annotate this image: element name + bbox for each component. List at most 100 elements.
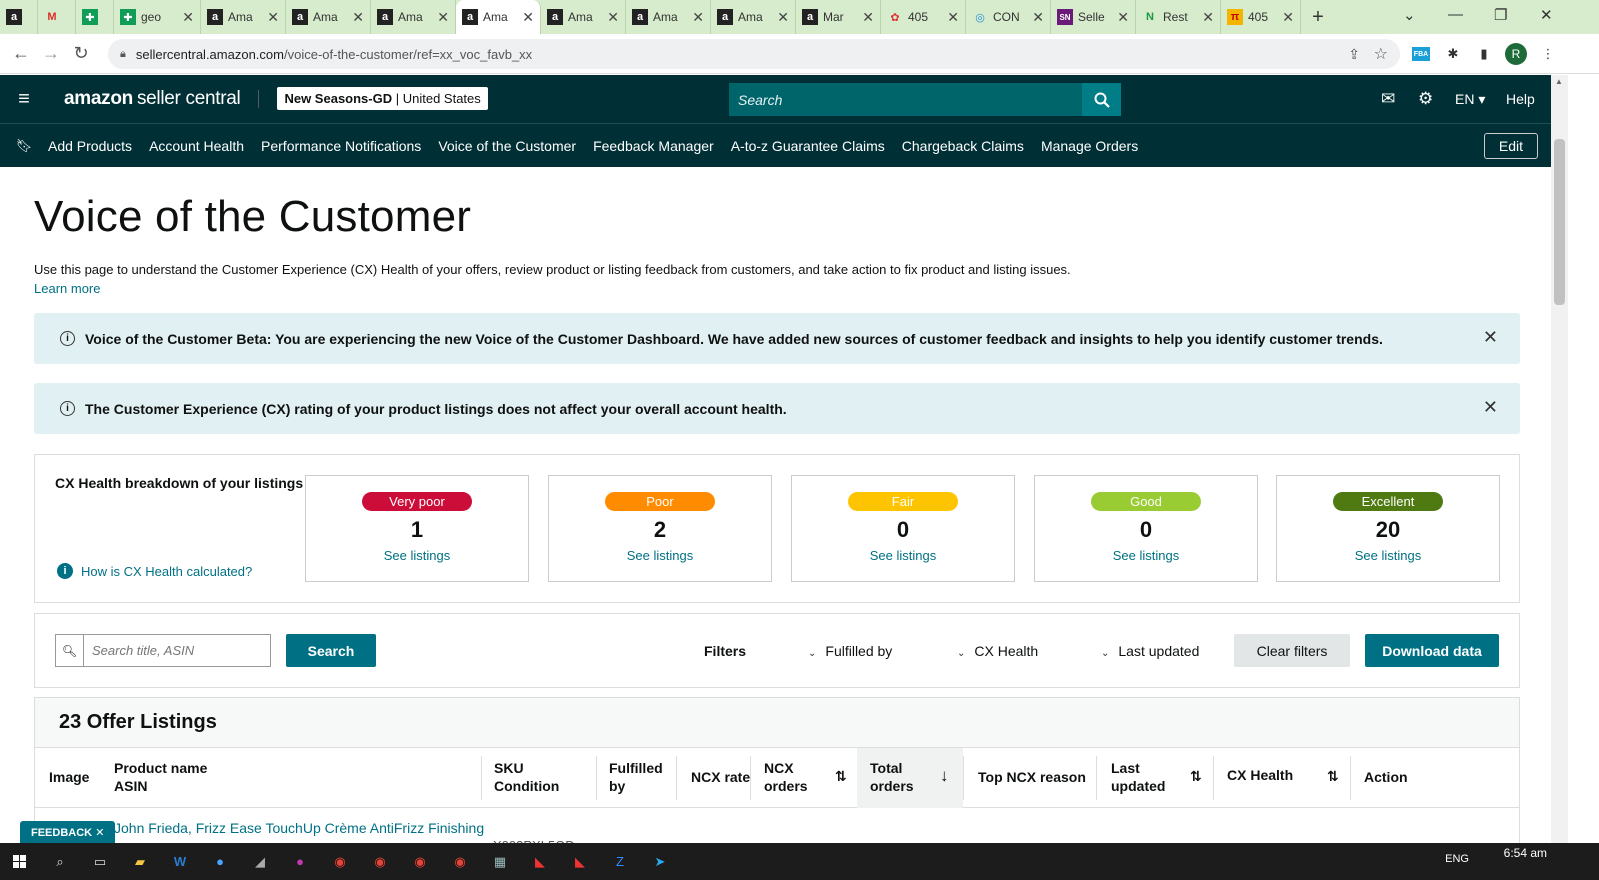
nav-performance-notifications[interactable]: Performance Notifications xyxy=(261,138,421,154)
new-tab-icon[interactable]: + xyxy=(1301,6,1335,29)
restore-icon[interactable]: ❐ xyxy=(1494,6,1507,24)
side-panel-icon[interactable]: ▮ xyxy=(1473,43,1495,65)
close-icon[interactable]: ✕ xyxy=(1483,327,1498,348)
tab-close-icon[interactable]: ✕ xyxy=(1117,9,1129,26)
tab-close-icon[interactable]: ✕ xyxy=(777,9,789,26)
language-indicator[interactable]: ENG xyxy=(1445,853,1469,865)
browser-tab[interactable]: a xyxy=(0,0,38,34)
mail-icon[interactable]: ✉ xyxy=(1381,89,1395,109)
browser-tab[interactable]: ✚ xyxy=(76,0,114,34)
browser-tab[interactable]: a Ama ✕ xyxy=(201,0,286,34)
browser-tab[interactable]: a Ama ✕ xyxy=(456,0,541,34)
scrollbar-thumb[interactable] xyxy=(1554,139,1565,305)
app-icon[interactable]: ● xyxy=(200,843,240,880)
telegram-icon[interactable]: ➤ xyxy=(640,843,680,880)
feedback-tab[interactable]: FEEDBACK ✕ xyxy=(20,821,116,844)
reload-icon[interactable]: ↻ xyxy=(66,43,96,64)
task-view-icon[interactable]: ▭ xyxy=(80,843,120,880)
windows-start-icon[interactable] xyxy=(0,843,40,880)
excellent-see-listings-link[interactable]: See listings xyxy=(1277,548,1499,563)
col-top-ncx-reason[interactable]: Top NCX reason xyxy=(978,768,1086,786)
nav-account-health[interactable]: Account Health xyxy=(149,138,244,154)
browser-tab[interactable]: SN Selle ✕ xyxy=(1051,0,1136,34)
browser-menu-icon[interactable]: ⋮ xyxy=(1537,43,1559,65)
app-icon[interactable]: ◣ xyxy=(520,843,560,880)
nav-chargeback-claims[interactable]: Chargeback Claims xyxy=(902,138,1024,154)
chrome-icon[interactable]: ◉ xyxy=(360,843,400,880)
taskbar-search-icon[interactable]: ⌕ xyxy=(40,843,80,880)
tab-close-icon[interactable]: ✕ xyxy=(1282,9,1294,26)
tab-close-icon[interactable]: ✕ xyxy=(1202,9,1214,26)
forward-icon[interactable]: → xyxy=(36,43,66,64)
close-icon[interactable]: ✕ xyxy=(1483,397,1498,418)
poor-see-listings-link[interactable]: See listings xyxy=(549,548,771,563)
browser-tab[interactable]: π 405 ✕ xyxy=(1221,0,1301,34)
header-search-input[interactable] xyxy=(729,83,1082,116)
browser-tab[interactable]: a Ama ✕ xyxy=(626,0,711,34)
col-sku[interactable]: SKU Condition xyxy=(494,759,559,795)
chrome-icon[interactable]: ◉ xyxy=(400,843,440,880)
browser-tab[interactable]: a Ama ✕ xyxy=(711,0,796,34)
fair-see-listings-link[interactable]: See listings xyxy=(792,548,1014,563)
browser-tab[interactable]: ◎ CON ✕ xyxy=(966,0,1051,34)
col-ncx-orders[interactable]: NCX orders xyxy=(764,759,808,795)
header-search-button[interactable] xyxy=(1082,83,1121,116)
sort-descending-icon[interactable]: ↓ xyxy=(940,766,949,786)
browser-tab[interactable]: N Rest ✕ xyxy=(1136,0,1221,34)
learn-more-link[interactable]: Learn more xyxy=(34,281,1520,296)
word-icon[interactable]: W xyxy=(160,843,200,880)
scroll-up-icon[interactable]: ▲ xyxy=(1555,77,1563,86)
col-ncx-rate[interactable]: NCX rate xyxy=(691,768,750,786)
file-explorer-icon[interactable]: ▰ xyxy=(120,843,160,880)
tab-close-icon[interactable]: ✕ xyxy=(182,9,194,26)
fba-extension-icon[interactable]: FBA xyxy=(1412,47,1430,61)
sort-both-icon[interactable]: ⇅ xyxy=(835,768,847,785)
calculator-icon[interactable]: ▦ xyxy=(480,843,520,880)
tab-close-icon[interactable]: ✕ xyxy=(352,9,364,26)
back-icon[interactable]: ← xyxy=(6,43,36,64)
product-name-link[interactable]: John Frieda, Frizz Ease TouchUp Crème An… xyxy=(114,820,484,836)
nav-a-to-z-claims[interactable]: A-to-z Guarantee Claims xyxy=(731,138,885,154)
last-updated-dropdown[interactable]: ⌄ Last updated xyxy=(1101,643,1199,659)
tab-close-icon[interactable]: ✕ xyxy=(607,9,619,26)
account-switcher[interactable]: New Seasons-GD | United States xyxy=(258,87,488,110)
help-link[interactable]: Help xyxy=(1506,91,1535,107)
tab-close-icon[interactable]: ✕ xyxy=(947,9,959,26)
browser-tab[interactable]: a Ama ✕ xyxy=(541,0,626,34)
col-cx-health[interactable]: CX Health xyxy=(1227,766,1293,784)
nav-voice-of-the-customer[interactable]: Voice of the Customer xyxy=(438,138,576,154)
very-poor-see-listings-link[interactable]: See listings xyxy=(306,548,528,563)
close-window-icon[interactable]: ✕ xyxy=(1540,6,1553,24)
good-see-listings-link[interactable]: See listings xyxy=(1035,548,1257,563)
tab-close-icon[interactable]: ✕ xyxy=(862,9,874,26)
sort-both-icon[interactable]: ⇅ xyxy=(1327,768,1339,785)
sort-both-icon[interactable]: ⇅ xyxy=(1190,768,1202,785)
settings-gear-icon[interactable]: ⚙ xyxy=(1418,89,1433,109)
nav-add-products[interactable]: Add Products xyxy=(48,138,132,154)
col-fulfilled-by[interactable]: Fulfilled by xyxy=(609,759,663,795)
extensions-puzzle-icon[interactable]: ✱ xyxy=(1442,43,1464,65)
app-icon[interactable]: ◣ xyxy=(560,843,600,880)
browser-tab[interactable]: ✚ geo ✕ xyxy=(114,0,201,34)
tab-close-icon[interactable]: ✕ xyxy=(692,9,704,26)
system-clock[interactable]: 6:54 am xyxy=(1504,846,1547,860)
zoom-icon[interactable]: Z xyxy=(600,843,640,880)
minimize-icon[interactable]: — xyxy=(1448,6,1463,23)
nav-manage-orders[interactable]: Manage Orders xyxy=(1041,138,1138,154)
bookmark-icon[interactable]: 🔖︎ xyxy=(0,138,48,154)
chrome-icon[interactable]: ◉ xyxy=(440,843,480,880)
profile-avatar[interactable]: R xyxy=(1505,43,1527,65)
edit-favorites-button[interactable]: Edit xyxy=(1483,133,1538,159)
share-icon[interactable]: ⇪ xyxy=(1348,46,1360,63)
page-scrollbar[interactable]: ▲ xyxy=(1551,75,1568,855)
browser-tab[interactable]: a Ama ✕ xyxy=(371,0,456,34)
tab-close-icon[interactable]: ✕ xyxy=(437,9,449,26)
app-icon[interactable]: ◢ xyxy=(240,843,280,880)
browser-tab[interactable]: a Mar ✕ xyxy=(796,0,881,34)
seller-central-logo[interactable]: amazon seller central xyxy=(64,88,241,110)
nav-feedback-manager[interactable]: Feedback Manager xyxy=(593,138,714,154)
browser-tab[interactable]: a Ama ✕ xyxy=(286,0,371,34)
download-data-button[interactable]: Download data xyxy=(1365,634,1499,667)
tab-close-icon[interactable]: ✕ xyxy=(267,9,279,26)
clear-filters-button[interactable]: Clear filters xyxy=(1234,634,1350,667)
